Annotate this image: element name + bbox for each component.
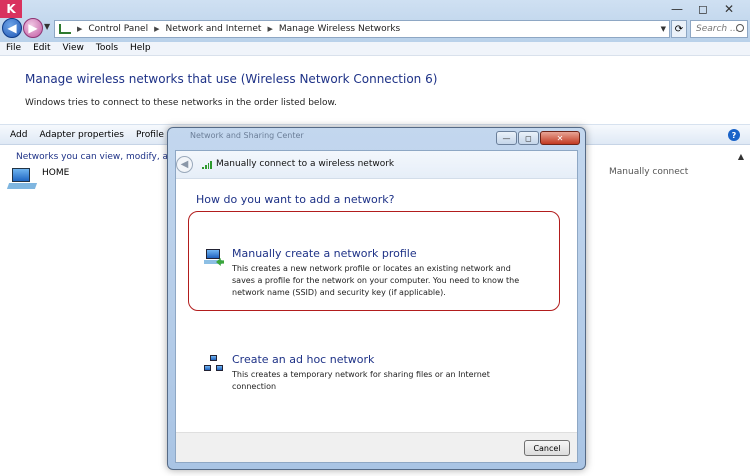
navigation-buttons: ◀ ▶ ▼ <box>0 18 54 40</box>
manual-connect-dialog: Network and Sharing Center — ◻ ✕ ◀ Manua… <box>167 127 586 470</box>
option-title: Manually create a network profile <box>232 247 417 260</box>
dialog-window-controls: — ◻ ✕ <box>496 131 580 145</box>
network-connection-mode: Manually connect <box>609 167 689 177</box>
breadcrumb-separator-icon[interactable]: ▶ <box>77 25 82 33</box>
dialog-question: How do you want to add a network? <box>196 193 395 206</box>
wireless-network-icon <box>6 166 38 192</box>
dialog-nav-bar: ◀ Manually connect to a wireless network <box>176 151 577 179</box>
refresh-icon[interactable]: ⟳ <box>671 20 687 38</box>
breadcrumb-separator-icon[interactable]: ▶ <box>267 25 272 33</box>
maximize-button[interactable]: ◻ <box>690 0 716 18</box>
breadcrumb-manage-wireless-networks[interactable]: Manage Wireless Networks <box>279 24 400 34</box>
window-controls: — ◻ ✕ <box>664 0 742 18</box>
address-bar[interactable]: ▶ Control Panel ▶ Network and Internet ▶… <box>54 20 670 38</box>
menu-file[interactable]: File <box>0 42 27 55</box>
back-arrow-icon[interactable]: ◀ <box>2 18 22 38</box>
search-placeholder: Search ... <box>696 24 739 34</box>
breadcrumb-control-panel[interactable]: Control Panel <box>88 24 148 34</box>
forward-arrow-icon[interactable]: ▶ <box>23 18 43 38</box>
page-title: Manage wireless networks that use (Wirel… <box>25 72 438 86</box>
dialog-back-icon[interactable]: ◀ <box>176 156 193 173</box>
option-description: This creates a temporary network for sha… <box>232 370 490 391</box>
history-dropdown-icon[interactable]: ▼ <box>44 22 50 31</box>
search-input[interactable]: Search ... <box>690 20 748 38</box>
page-description: Windows tries to connect to these networ… <box>25 98 337 108</box>
dialog-window-title: Network and Sharing Center <box>190 131 304 140</box>
ad-hoc-network-icon <box>204 355 224 373</box>
menu-tools[interactable]: Tools <box>90 42 124 55</box>
menu-view[interactable]: View <box>57 42 90 55</box>
option-description: This creates a new network profile or lo… <box>232 264 520 297</box>
dialog-nav-title: Manually connect to a wireless network <box>216 159 395 169</box>
close-button[interactable]: ✕ <box>716 0 742 18</box>
breadcrumb-network-and-internet[interactable]: Network and Internet <box>165 24 261 34</box>
add-button[interactable]: Add <box>0 130 29 140</box>
dialog-close-button[interactable]: ✕ <box>540 131 580 145</box>
dialog-footer: Cancel <box>176 432 577 462</box>
help-icon[interactable]: ? <box>728 129 740 141</box>
cancel-button[interactable]: Cancel <box>524 440 570 456</box>
minimize-button[interactable]: — <box>664 0 690 18</box>
network-name: HOME <box>42 168 70 178</box>
dialog-minimize-button[interactable]: — <box>496 131 517 145</box>
menu-help[interactable]: Help <box>124 42 157 55</box>
network-list-item[interactable]: HOME <box>6 166 70 192</box>
app-logo-icon: K <box>0 0 22 18</box>
dialog-body: ◀ Manually connect to a wireless network… <box>175 150 578 463</box>
collapse-icon[interactable]: ▲ <box>738 152 744 161</box>
control-panel-icon <box>59 24 71 34</box>
search-icon <box>736 24 744 32</box>
option-title: Create an ad hoc network <box>232 353 375 366</box>
address-dropdown-icon[interactable]: ▼ <box>661 25 666 33</box>
breadcrumb-separator-icon[interactable]: ▶ <box>154 25 159 33</box>
dialog-maximize-button[interactable]: ◻ <box>518 131 539 145</box>
window-titlebar: K — ◻ ✕ ◀ ▶ ▼ ▶ Control Panel ▶ Network … <box>0 0 750 42</box>
menu-edit[interactable]: Edit <box>27 42 56 55</box>
menu-bar: File Edit View Tools Help <box>0 42 750 56</box>
network-profile-icon <box>204 249 224 267</box>
wireless-signal-icon <box>202 161 212 169</box>
adapter-properties-button[interactable]: Adapter properties <box>29 130 126 140</box>
